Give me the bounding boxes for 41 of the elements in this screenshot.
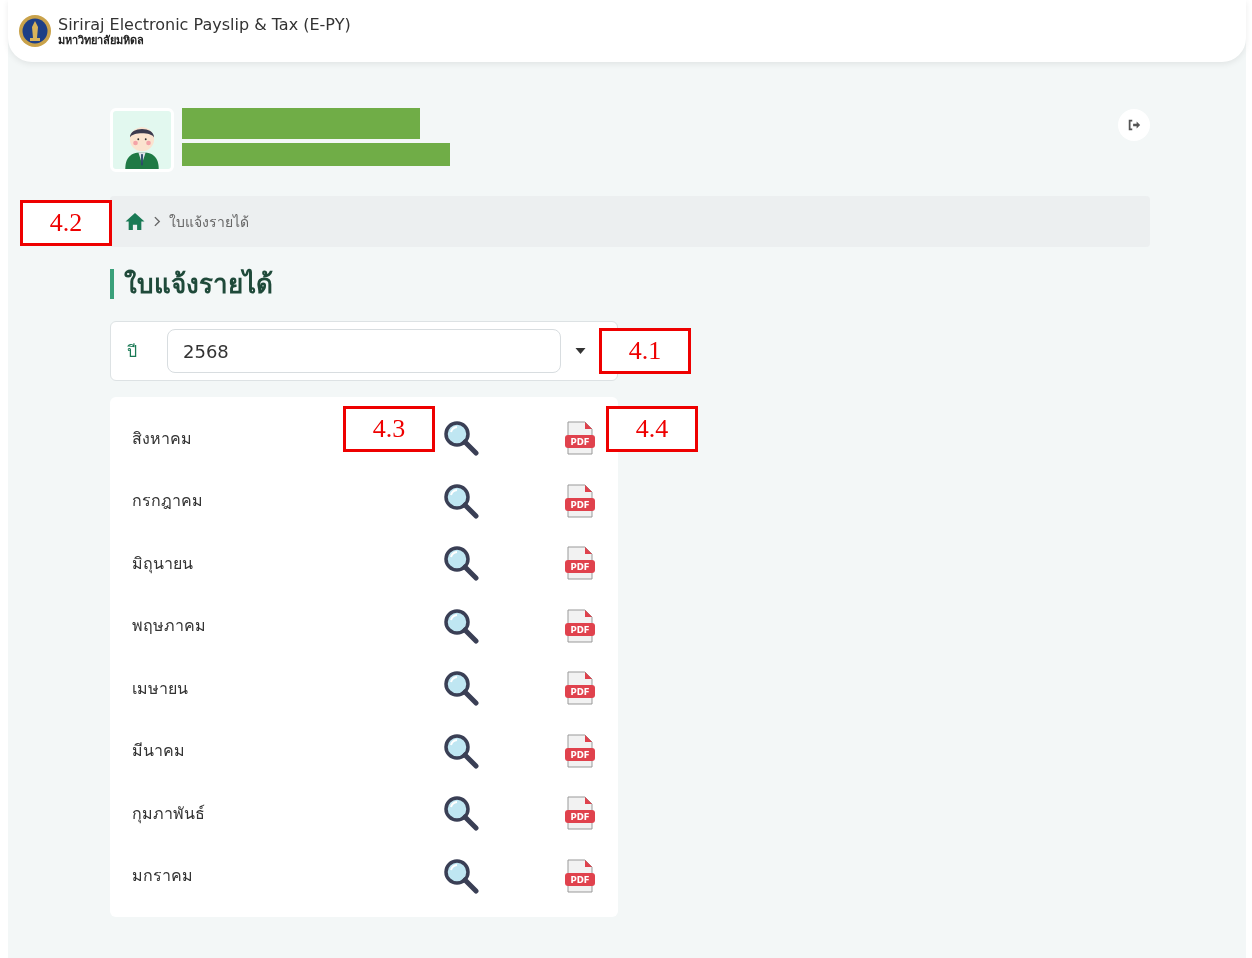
month-label: มีนาคม bbox=[132, 740, 185, 763]
pdf-file-icon[interactable]: PDF bbox=[564, 421, 596, 456]
annotation-label: 4.3 bbox=[343, 406, 435, 453]
pdf-file-icon[interactable]: PDF bbox=[564, 671, 596, 706]
search-icon[interactable] bbox=[443, 607, 479, 644]
breadcrumb-current: ใบแจ้งรายได้ bbox=[169, 212, 249, 232]
search-icon[interactable] bbox=[443, 857, 479, 894]
month-label: มิถุนายน bbox=[132, 552, 193, 576]
month-label: กรกฎาคม bbox=[132, 490, 203, 513]
logout-icon bbox=[1127, 118, 1141, 132]
caret-icon[interactable] bbox=[575, 348, 586, 354]
app-title: Siriraj Electronic Payslip & Tax (E-PY) bbox=[58, 15, 351, 34]
pdf-file-icon[interactable]: PDF bbox=[564, 608, 596, 643]
app-subtitle: มหาวิทยาลัยมหิดล bbox=[58, 34, 145, 47]
search-icon[interactable] bbox=[443, 545, 479, 582]
year-label: ปี bbox=[127, 340, 138, 363]
search-icon[interactable] bbox=[443, 482, 479, 519]
search-icon[interactable] bbox=[443, 420, 479, 457]
pdf-file-icon[interactable]: PDF bbox=[564, 546, 596, 581]
annotation-label: 4.4 bbox=[606, 406, 698, 453]
month-label: สิงหาคม bbox=[132, 427, 192, 450]
logout-button[interactable] bbox=[1118, 109, 1150, 141]
annotation-label: 4.2 bbox=[20, 200, 112, 246]
search-icon[interactable] bbox=[443, 732, 479, 769]
chevron-right-icon bbox=[154, 216, 161, 227]
month-label: กุมภาพันธ์ bbox=[132, 802, 205, 826]
pdf-file-icon[interactable]: PDF bbox=[564, 858, 596, 893]
pdf-file-icon[interactable]: PDF bbox=[564, 796, 596, 831]
month-label: มกราคม bbox=[132, 865, 193, 888]
annotation-label: 4.1 bbox=[599, 328, 691, 374]
pdf-file-icon[interactable]: PDF bbox=[564, 733, 596, 768]
avatar-illustration bbox=[110, 108, 174, 172]
seal-logo-icon bbox=[18, 14, 52, 48]
home-icon[interactable] bbox=[124, 212, 146, 231]
search-icon[interactable] bbox=[443, 795, 479, 832]
year-select-field[interactable]: 2568 bbox=[167, 329, 561, 373]
month-label: เมษายน bbox=[132, 677, 188, 700]
month-label: พฤษภาคม bbox=[132, 615, 206, 638]
page-title: ใบแจ้งรายได้ bbox=[110, 269, 1150, 299]
pdf-file-icon[interactable]: PDF bbox=[564, 483, 596, 518]
search-icon[interactable] bbox=[443, 670, 479, 707]
